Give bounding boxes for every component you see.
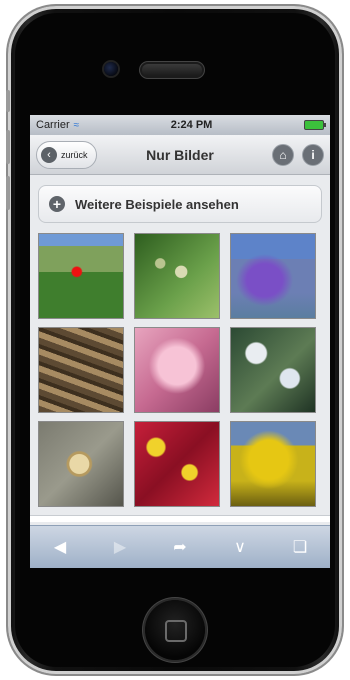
status-bar: Carrier ≈ 2:24 PM [30,115,330,135]
info-icon[interactable]: i [302,143,324,166]
image-3-purple-flowers[interactable] [230,233,316,319]
back-button[interactable]: ‹ zurück [36,140,97,169]
image-2-poppy-seedheads[interactable] [134,233,220,319]
plus-icon: + [49,196,65,212]
more-examples-button[interactable]: + Weitere Beispiele ansehen [38,185,322,223]
battery-icon [303,120,326,130]
wifi-icon: ≈ [73,119,80,131]
image-7-snail-shell[interactable] [38,421,124,507]
earpiece-speaker [142,64,202,76]
mute-switch [6,90,10,112]
status-left: Carrier ≈ [36,119,79,131]
browser-toolbar: ◀ ▶ ➦ ∨ ❏ [30,525,330,568]
image-8-primrose-flowers[interactable] [134,421,220,507]
time-label: 2:24 PM [170,119,213,131]
forward-arrow-icon[interactable]: ▶ [105,535,135,559]
back-button-label: zurück [61,149,88,160]
bookmarks-icon[interactable]: ∨ [225,535,255,559]
front-camera [104,62,118,76]
share-icon[interactable]: ➦ [165,535,195,559]
home-icon[interactable]: ⌂ [272,143,294,166]
content-area: + Weitere Beispiele ansehen [30,175,330,522]
tabs-icon[interactable]: ❏ [285,535,315,559]
image-4-rock-texture[interactable] [38,327,124,413]
back-arrow-icon[interactable]: ◀ [45,535,75,559]
image-6-white-blossoms[interactable] [230,327,316,413]
image-9-yellow-flowers[interactable] [230,421,316,507]
chevron-left-icon: ‹ [41,146,57,163]
carrier-label: Carrier [36,119,70,131]
volume-down-button [6,176,10,210]
next-row-edge [30,515,330,522]
image-1-poppy-meadow[interactable] [38,233,124,319]
home-button[interactable] [145,600,205,660]
image-5-pink-cherry-blossoms[interactable] [134,327,220,413]
header-icons: ⌂ i [272,143,324,166]
navigation-header: ‹ zurück Nur Bilder ⌂ i [30,135,330,175]
more-examples-label: Weitere Beispiele ansehen [75,196,239,212]
screen: Carrier ≈ 2:24 PM ‹ zurück Nur Bilder ⌂ … [30,115,330,568]
image-grid [38,233,322,507]
volume-up-button [6,130,10,164]
